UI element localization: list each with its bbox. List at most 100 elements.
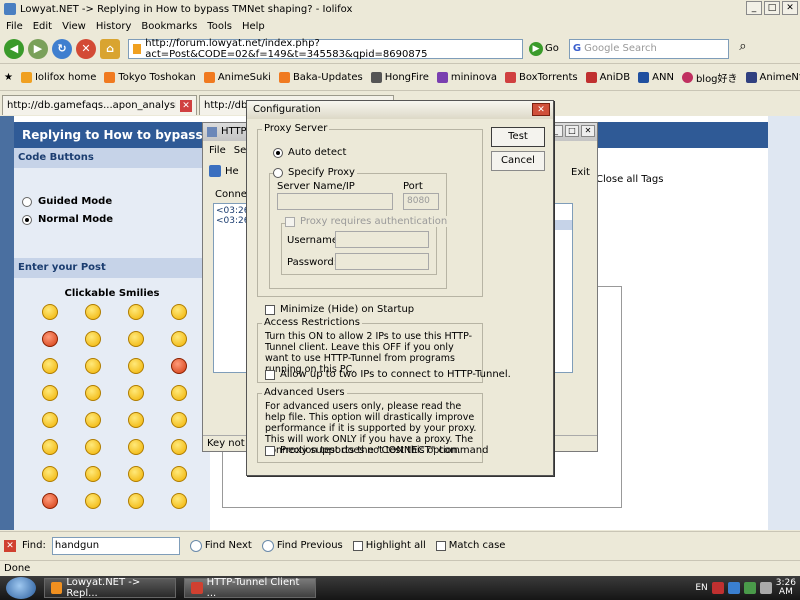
find-previous-button[interactable]: Find Previous xyxy=(261,539,343,552)
highlight-all-button[interactable]: Highlight all xyxy=(352,540,426,551)
smiley-icon[interactable] xyxy=(41,358,58,374)
smiley-icon[interactable] xyxy=(41,331,58,347)
allow-two-ips-option[interactable]: Allow up to two IPs to connect to HTTP-T… xyxy=(265,369,511,380)
smiley-icon[interactable] xyxy=(170,331,187,347)
cancel-button[interactable]: Cancel xyxy=(491,151,545,171)
start-button[interactable] xyxy=(6,577,36,599)
bookmarks-star-icon[interactable]: ★ xyxy=(4,72,13,83)
smiley-icon[interactable] xyxy=(84,385,101,401)
specify-proxy-option[interactable]: Specify Proxy xyxy=(273,167,357,178)
bookmark-animenfo[interactable]: AnimeNfo xyxy=(745,72,800,83)
smiley-icon[interactable] xyxy=(170,439,187,455)
auto-detect-option[interactable]: Auto detect xyxy=(273,147,346,158)
match-case-option[interactable]: Match case xyxy=(435,540,505,551)
search-input[interactable]: G Google Search xyxy=(568,38,729,59)
auto-detect-radio[interactable] xyxy=(273,147,283,158)
menu-tools[interactable]: Tools xyxy=(207,21,232,32)
go-button[interactable]: ▶ Go xyxy=(529,41,559,56)
smiley-icon[interactable] xyxy=(127,439,144,455)
find-next-button[interactable]: Find Next xyxy=(189,539,252,552)
forward-icon[interactable]: ▶ xyxy=(28,38,48,59)
proxy-auth-checkbox[interactable] xyxy=(285,216,295,227)
tray-icon[interactable] xyxy=(711,582,724,594)
find-input[interactable]: handgun xyxy=(51,536,180,555)
smiley-icon[interactable] xyxy=(84,439,101,455)
search-icon[interactable]: ⌕ xyxy=(733,39,753,59)
smiley-icon[interactable] xyxy=(84,493,101,509)
bookmark-anidb[interactable]: AniDB xyxy=(585,72,630,83)
smiley-icon[interactable] xyxy=(170,466,187,482)
smiley-icon[interactable] xyxy=(84,358,101,374)
reload-icon[interactable]: ↻ xyxy=(52,38,72,59)
close-button[interactable]: ✕ xyxy=(581,125,595,137)
guided-mode-option[interactable]: Guided Mode xyxy=(22,196,112,207)
smiley-icon[interactable] xyxy=(41,304,58,320)
close-all-tags-link[interactable]: Close all Tags xyxy=(596,174,663,185)
bookmark-tokyo-toshokan[interactable]: Tokyo Toshokan xyxy=(104,72,196,83)
smiley-icon[interactable] xyxy=(127,412,144,428)
tab-close-icon[interactable]: ✕ xyxy=(180,99,192,112)
smiley-icon[interactable] xyxy=(170,304,187,320)
menu-edit[interactable]: Edit xyxy=(33,21,52,32)
smiley-icon[interactable] xyxy=(41,493,58,509)
smiley-icon[interactable] xyxy=(84,304,101,320)
smiley-icon[interactable] xyxy=(127,466,144,482)
back-icon[interactable]: ◀ xyxy=(4,38,24,59)
bookmark-mininova[interactable]: mininova xyxy=(436,72,497,83)
url-bar[interactable]: http://forum.lowyat.net/index.php?act=Po… xyxy=(128,38,523,60)
menu-view[interactable]: View xyxy=(62,21,86,32)
bookmark-boxtorrents[interactable]: BoxTorrents xyxy=(505,72,578,83)
connect-command-option[interactable]: Proxy supports the "CONNECT" command xyxy=(265,445,488,456)
bookmark-iolifox-home[interactable]: Iolifox home xyxy=(20,72,96,83)
server-name-field[interactable] xyxy=(277,193,393,210)
smiley-icon[interactable] xyxy=(127,358,144,374)
smiley-icon[interactable] xyxy=(84,412,101,428)
menu-help[interactable]: Help xyxy=(242,21,265,32)
smiley-icon[interactable] xyxy=(127,385,144,401)
volume-icon[interactable] xyxy=(759,582,772,594)
menu-history[interactable]: History xyxy=(96,21,132,32)
smiley-icon[interactable] xyxy=(41,385,58,401)
close-button[interactable]: ✕ xyxy=(782,1,798,15)
connect-command-checkbox[interactable] xyxy=(265,445,275,456)
minimize-startup-checkbox[interactable] xyxy=(265,304,275,315)
smiley-icon[interactable] xyxy=(127,493,144,509)
tunnel-menu-file[interactable]: File xyxy=(209,145,226,156)
normal-mode-option[interactable]: Normal Mode xyxy=(22,214,113,225)
menu-bookmarks[interactable]: Bookmarks xyxy=(141,21,197,32)
menu-file[interactable]: File xyxy=(6,21,23,32)
tab-gamefaqs-1[interactable]: http://db.gamefaqs...apon_analysis.txt ✕ xyxy=(2,95,197,115)
language-indicator[interactable]: EN xyxy=(695,583,707,593)
proxy-auth-option[interactable]: Proxy requires authentication xyxy=(285,216,450,227)
find-close-icon[interactable]: ✕ xyxy=(4,539,16,552)
smiley-icon[interactable] xyxy=(41,466,58,482)
match-case-checkbox[interactable] xyxy=(435,540,446,551)
port-field[interactable]: 8080 xyxy=(403,193,439,210)
clock[interactable]: 3:26 AM xyxy=(776,579,796,597)
smiley-icon[interactable] xyxy=(41,439,58,455)
dialog-close-button[interactable]: ✕ xyxy=(532,103,550,116)
bookmark-hongfire[interactable]: HongFire xyxy=(370,72,429,83)
minimize-startup-option[interactable]: Minimize (Hide) on Startup xyxy=(265,304,414,315)
maximize-button[interactable]: □ xyxy=(764,1,780,15)
home-icon[interactable]: ⌂ xyxy=(100,38,120,59)
smiley-icon[interactable] xyxy=(84,466,101,482)
test-button[interactable]: Test xyxy=(491,127,545,147)
smiley-icon[interactable] xyxy=(170,358,187,374)
specify-proxy-radio[interactable] xyxy=(273,167,283,178)
guided-mode-radio[interactable] xyxy=(22,196,32,207)
bookmark-blog[interactable]: blog好き xyxy=(681,70,738,85)
smiley-icon[interactable] xyxy=(84,331,101,347)
allow-two-ips-checkbox[interactable] xyxy=(265,369,275,380)
taskbar-item-http-tunnel[interactable]: HTTP-Tunnel Client ... xyxy=(184,577,316,599)
smiley-icon[interactable] xyxy=(170,385,187,401)
maximize-button[interactable]: □ xyxy=(565,125,579,137)
password-field[interactable] xyxy=(335,253,429,270)
bookmark-ann[interactable]: ANN xyxy=(638,72,674,83)
smiley-icon[interactable] xyxy=(127,331,144,347)
smiley-icon[interactable] xyxy=(41,412,58,428)
bookmark-animesuki[interactable]: AnimeSuki xyxy=(203,72,271,83)
smiley-icon[interactable] xyxy=(170,412,187,428)
network-icon[interactable] xyxy=(743,582,756,594)
bookmark-baka-updates[interactable]: Baka-Updates xyxy=(278,72,363,83)
